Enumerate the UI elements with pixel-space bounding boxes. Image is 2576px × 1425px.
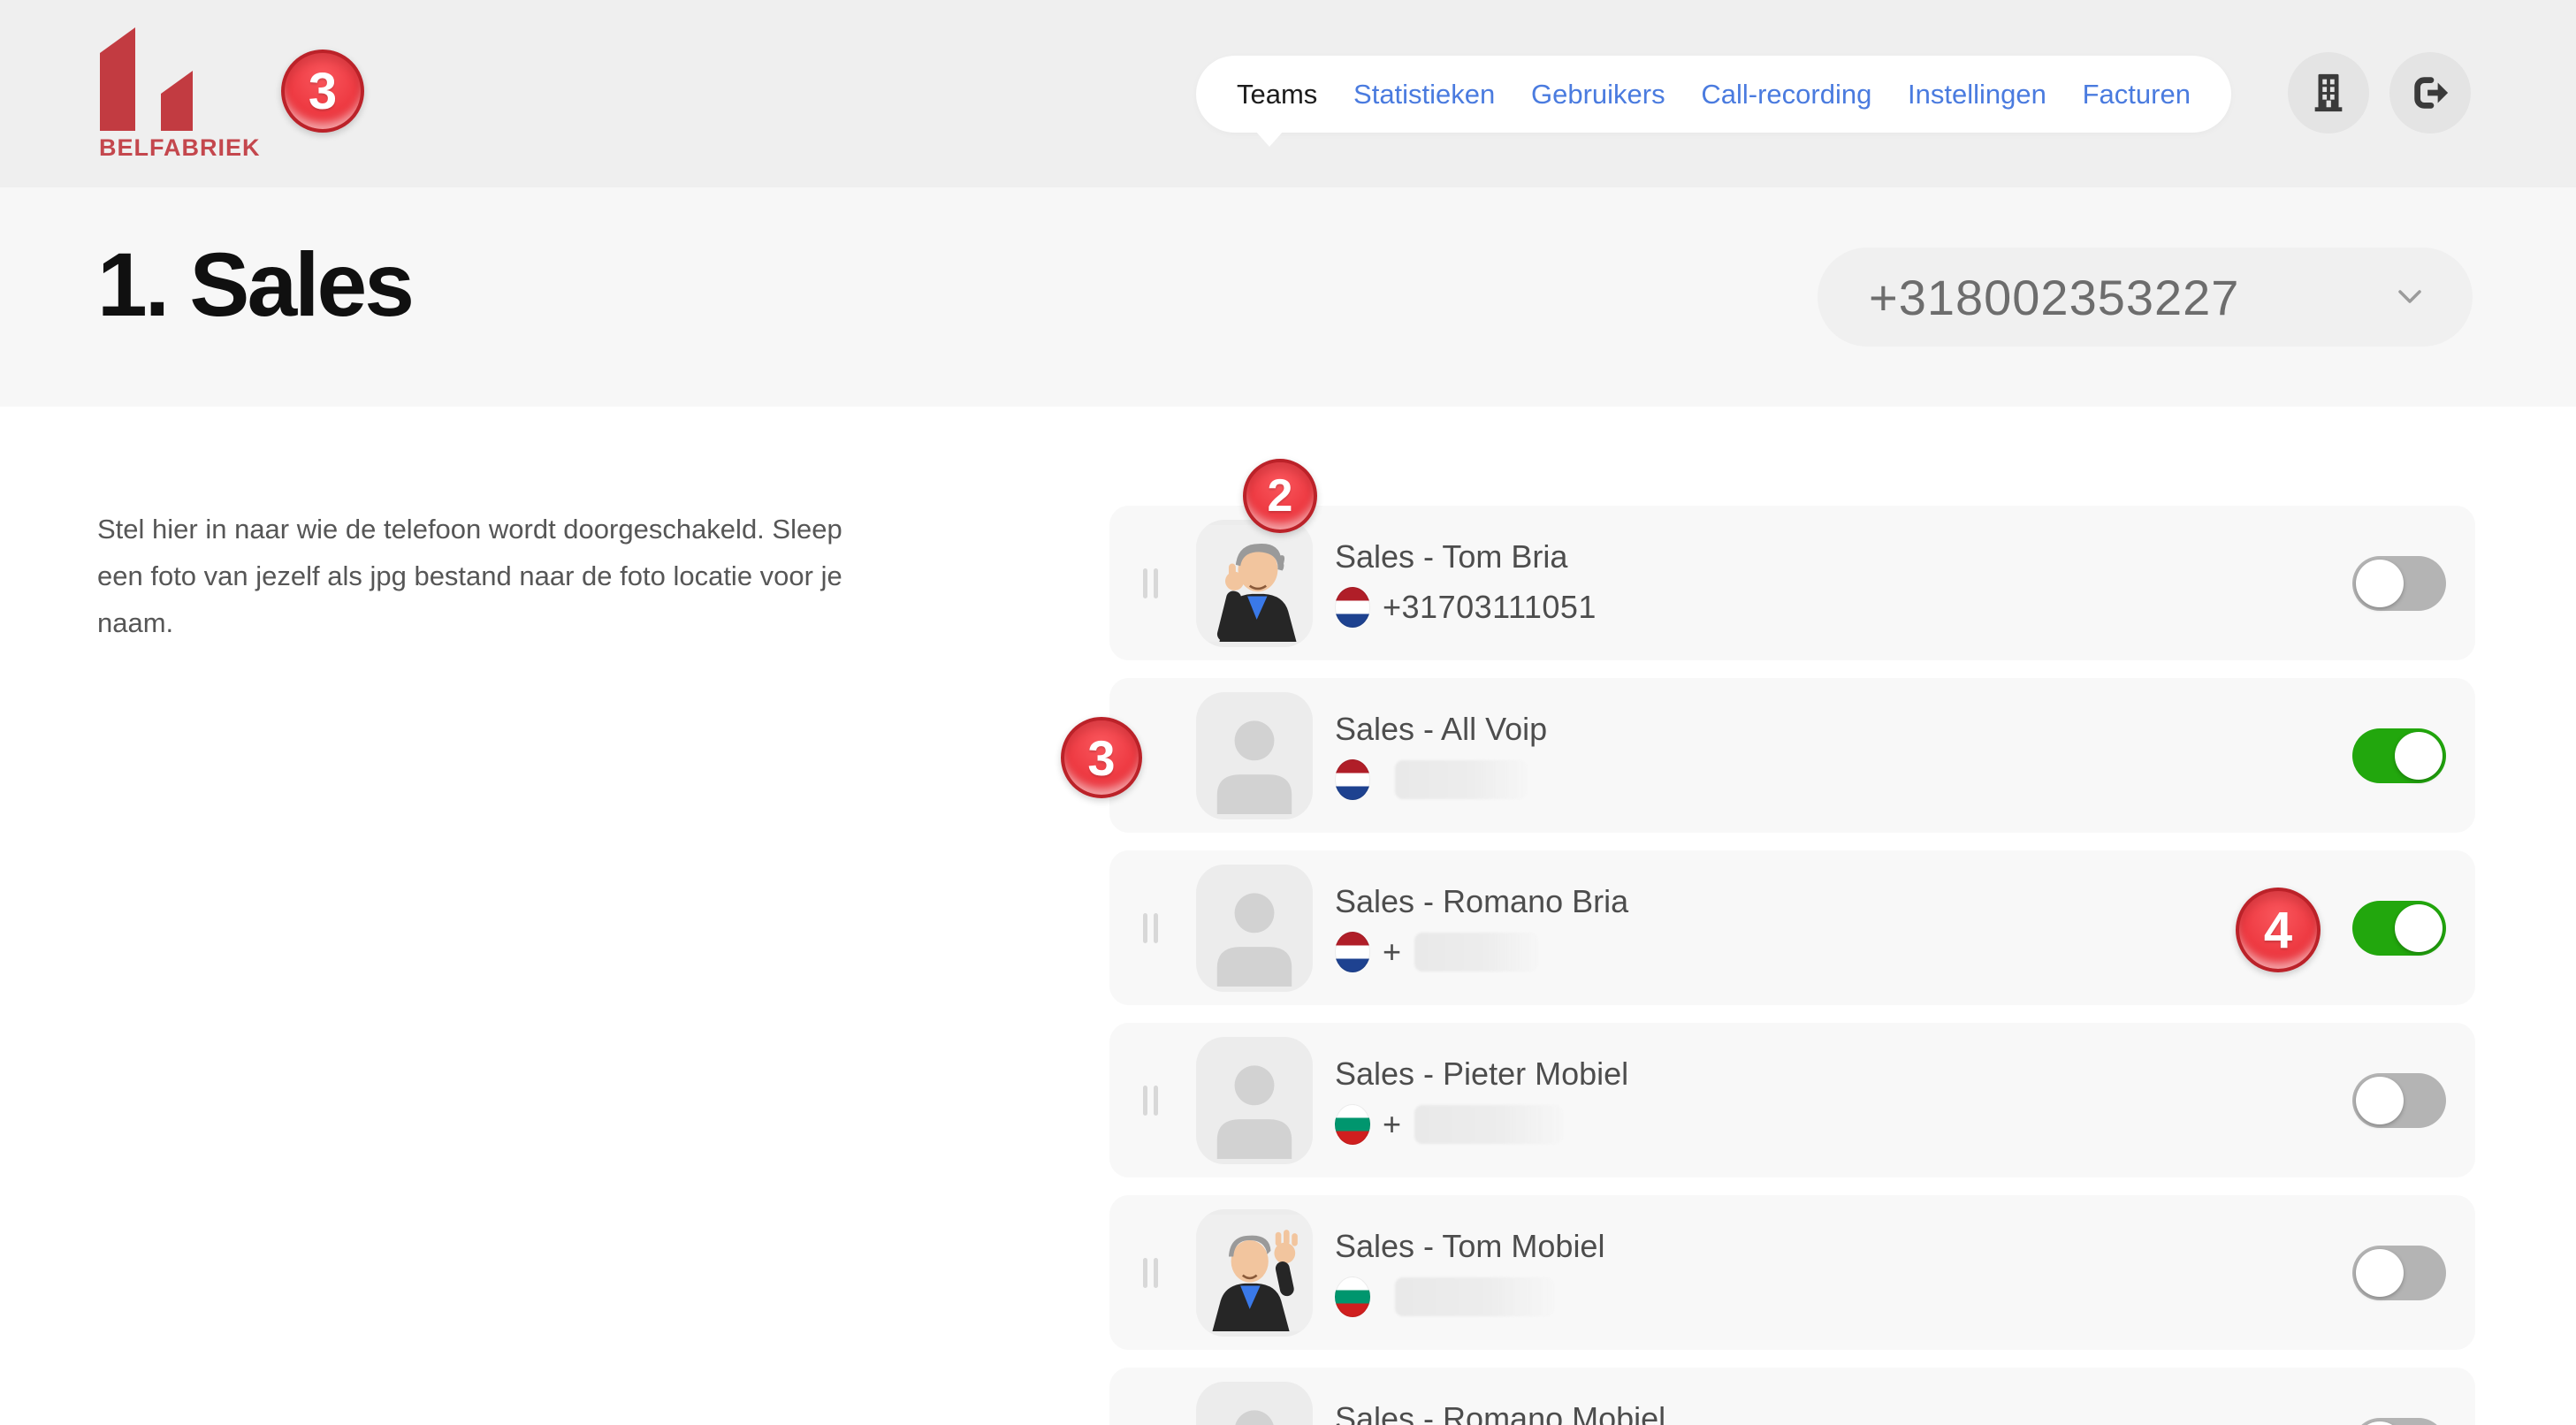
member-avatar[interactable]	[1196, 1382, 1313, 1425]
phone-number: +	[1383, 933, 1402, 971]
member-info: Sales - Romano Bria +	[1335, 883, 1628, 972]
drag-handle[interactable]	[1143, 568, 1158, 598]
country-flag-icon	[1335, 759, 1370, 800]
country-flag-icon	[1335, 932, 1370, 972]
drag-handle[interactable]	[1143, 1258, 1158, 1288]
country-flag-icon	[1335, 1276, 1370, 1317]
member-name: Sales - Pieter Mobiel	[1335, 1055, 1628, 1093]
redacted-phone	[1414, 933, 1538, 972]
member-row-pieter-mobiel[interactable]: Sales - Pieter Mobiel +	[1109, 1023, 2475, 1177]
redacted-phone	[1395, 760, 1528, 799]
call-toggle[interactable]	[2352, 1073, 2446, 1128]
call-toggle[interactable]	[2352, 728, 2446, 783]
toggle-knob	[2356, 560, 2404, 607]
member-avatar[interactable]	[1196, 520, 1313, 647]
toggle-knob	[2395, 732, 2443, 780]
nav-item-statistieken[interactable]: Statistieken	[1353, 79, 1495, 110]
nav-item-facturen[interactable]: Facturen	[2083, 79, 2191, 110]
phone-line: +	[1335, 931, 1628, 972]
belfabriek-logo-icon	[99, 27, 196, 131]
nav-item-instellingen[interactable]: Instellingen	[1908, 79, 2046, 110]
building-icon	[2308, 72, 2349, 114]
top-bar: BELFABRIEK 3 Teams Statistieken Gebruike…	[0, 0, 2576, 187]
country-flag-icon	[1335, 1104, 1370, 1145]
member-name: Sales - Tom Mobiel	[1335, 1228, 1604, 1265]
step-badge-logo: 3	[281, 50, 364, 133]
toggle-knob	[2356, 1077, 2404, 1124]
active-tab-pointer	[1255, 131, 1284, 147]
country-flag-icon	[1335, 587, 1370, 628]
member-info: Sales - Tom Bria +31703111051	[1335, 538, 1597, 628]
nav-item-gebruikers[interactable]: Gebruikers	[1531, 79, 1665, 110]
drag-handle[interactable]	[1143, 913, 1158, 943]
drag-handle[interactable]	[1143, 1086, 1158, 1116]
toggle-knob	[2395, 904, 2443, 952]
chevron-down-icon	[2398, 290, 2421, 304]
forwarding-description: Stel hier in naar wie de telefoon wordt …	[97, 506, 893, 646]
nav-item-teams[interactable]: Teams	[1237, 79, 1317, 110]
member-info: Sales - Pieter Mobiel +	[1335, 1055, 1628, 1145]
phone-line: +	[1335, 1103, 1628, 1145]
member-info: Sales - All Voip	[1335, 711, 1547, 800]
phone-number: +31703111051	[1383, 589, 1597, 626]
member-avatar[interactable]	[1196, 1209, 1313, 1337]
toggle-knob	[2356, 1249, 2404, 1297]
member-avatar[interactable]	[1196, 692, 1313, 819]
step-badge-avatar: 2	[1243, 459, 1317, 533]
logout-button[interactable]	[2389, 52, 2471, 133]
phone-line	[1335, 758, 1547, 800]
member-name: Sales - Tom Bria	[1335, 538, 1597, 575]
page-header: 1. Sales +318002353227	[0, 187, 2576, 407]
sign-out-icon	[2410, 72, 2450, 113]
call-toggle[interactable]	[2352, 1418, 2446, 1425]
call-toggle[interactable]	[2352, 556, 2446, 611]
phone-number: +	[1383, 1106, 1402, 1143]
belfabriek-logo-text: BELFABRIEK	[99, 134, 293, 162]
selected-phone-number: +318002353227	[1869, 269, 2239, 326]
main-content: Stel hier in naar wie de telefoon wordt …	[0, 407, 2576, 1425]
redacted-phone	[1395, 1277, 1554, 1316]
company-button[interactable]	[2288, 52, 2369, 133]
phone-line: +31703111051	[1335, 586, 1597, 628]
member-avatar[interactable]	[1196, 865, 1313, 992]
toggle-knob	[2356, 1421, 2404, 1425]
main-nav: Teams Statistieken Gebruikers Call-recor…	[1196, 56, 2231, 133]
member-avatar[interactable]	[1196, 1037, 1313, 1164]
belfabriek-logo[interactable]: BELFABRIEK	[99, 27, 293, 162]
call-toggle[interactable]	[2352, 1246, 2446, 1300]
member-row-tom-mobiel[interactable]: Sales - Tom Mobiel	[1109, 1195, 2475, 1350]
member-name: Sales - Romano Bria	[1335, 883, 1628, 920]
step-badge-row: 3	[1061, 717, 1142, 798]
call-toggle[interactable]	[2352, 901, 2446, 956]
member-row-romano-mobiel[interactable]: Sales - Romano Mobiel	[1109, 1368, 2475, 1425]
step-badge-toggle: 4	[2236, 888, 2321, 972]
nav-item-call-recording[interactable]: Call-recording	[1701, 79, 1871, 110]
member-name: Sales - Romano Mobiel	[1335, 1400, 1665, 1425]
member-info: Sales - Tom Mobiel	[1335, 1228, 1604, 1317]
member-name: Sales - All Voip	[1335, 711, 1547, 748]
member-row-tom-bria[interactable]: Sales - Tom Bria +31703111051	[1109, 506, 2475, 660]
page-title: 1. Sales	[97, 233, 412, 337]
member-info: Sales - Romano Mobiel	[1335, 1400, 1665, 1425]
phone-line	[1335, 1276, 1604, 1317]
redacted-phone	[1414, 1105, 1563, 1144]
member-row-all-voip[interactable]: Sales - All Voip	[1109, 678, 2475, 833]
phone-number-selector[interactable]: +318002353227	[1818, 248, 2473, 347]
